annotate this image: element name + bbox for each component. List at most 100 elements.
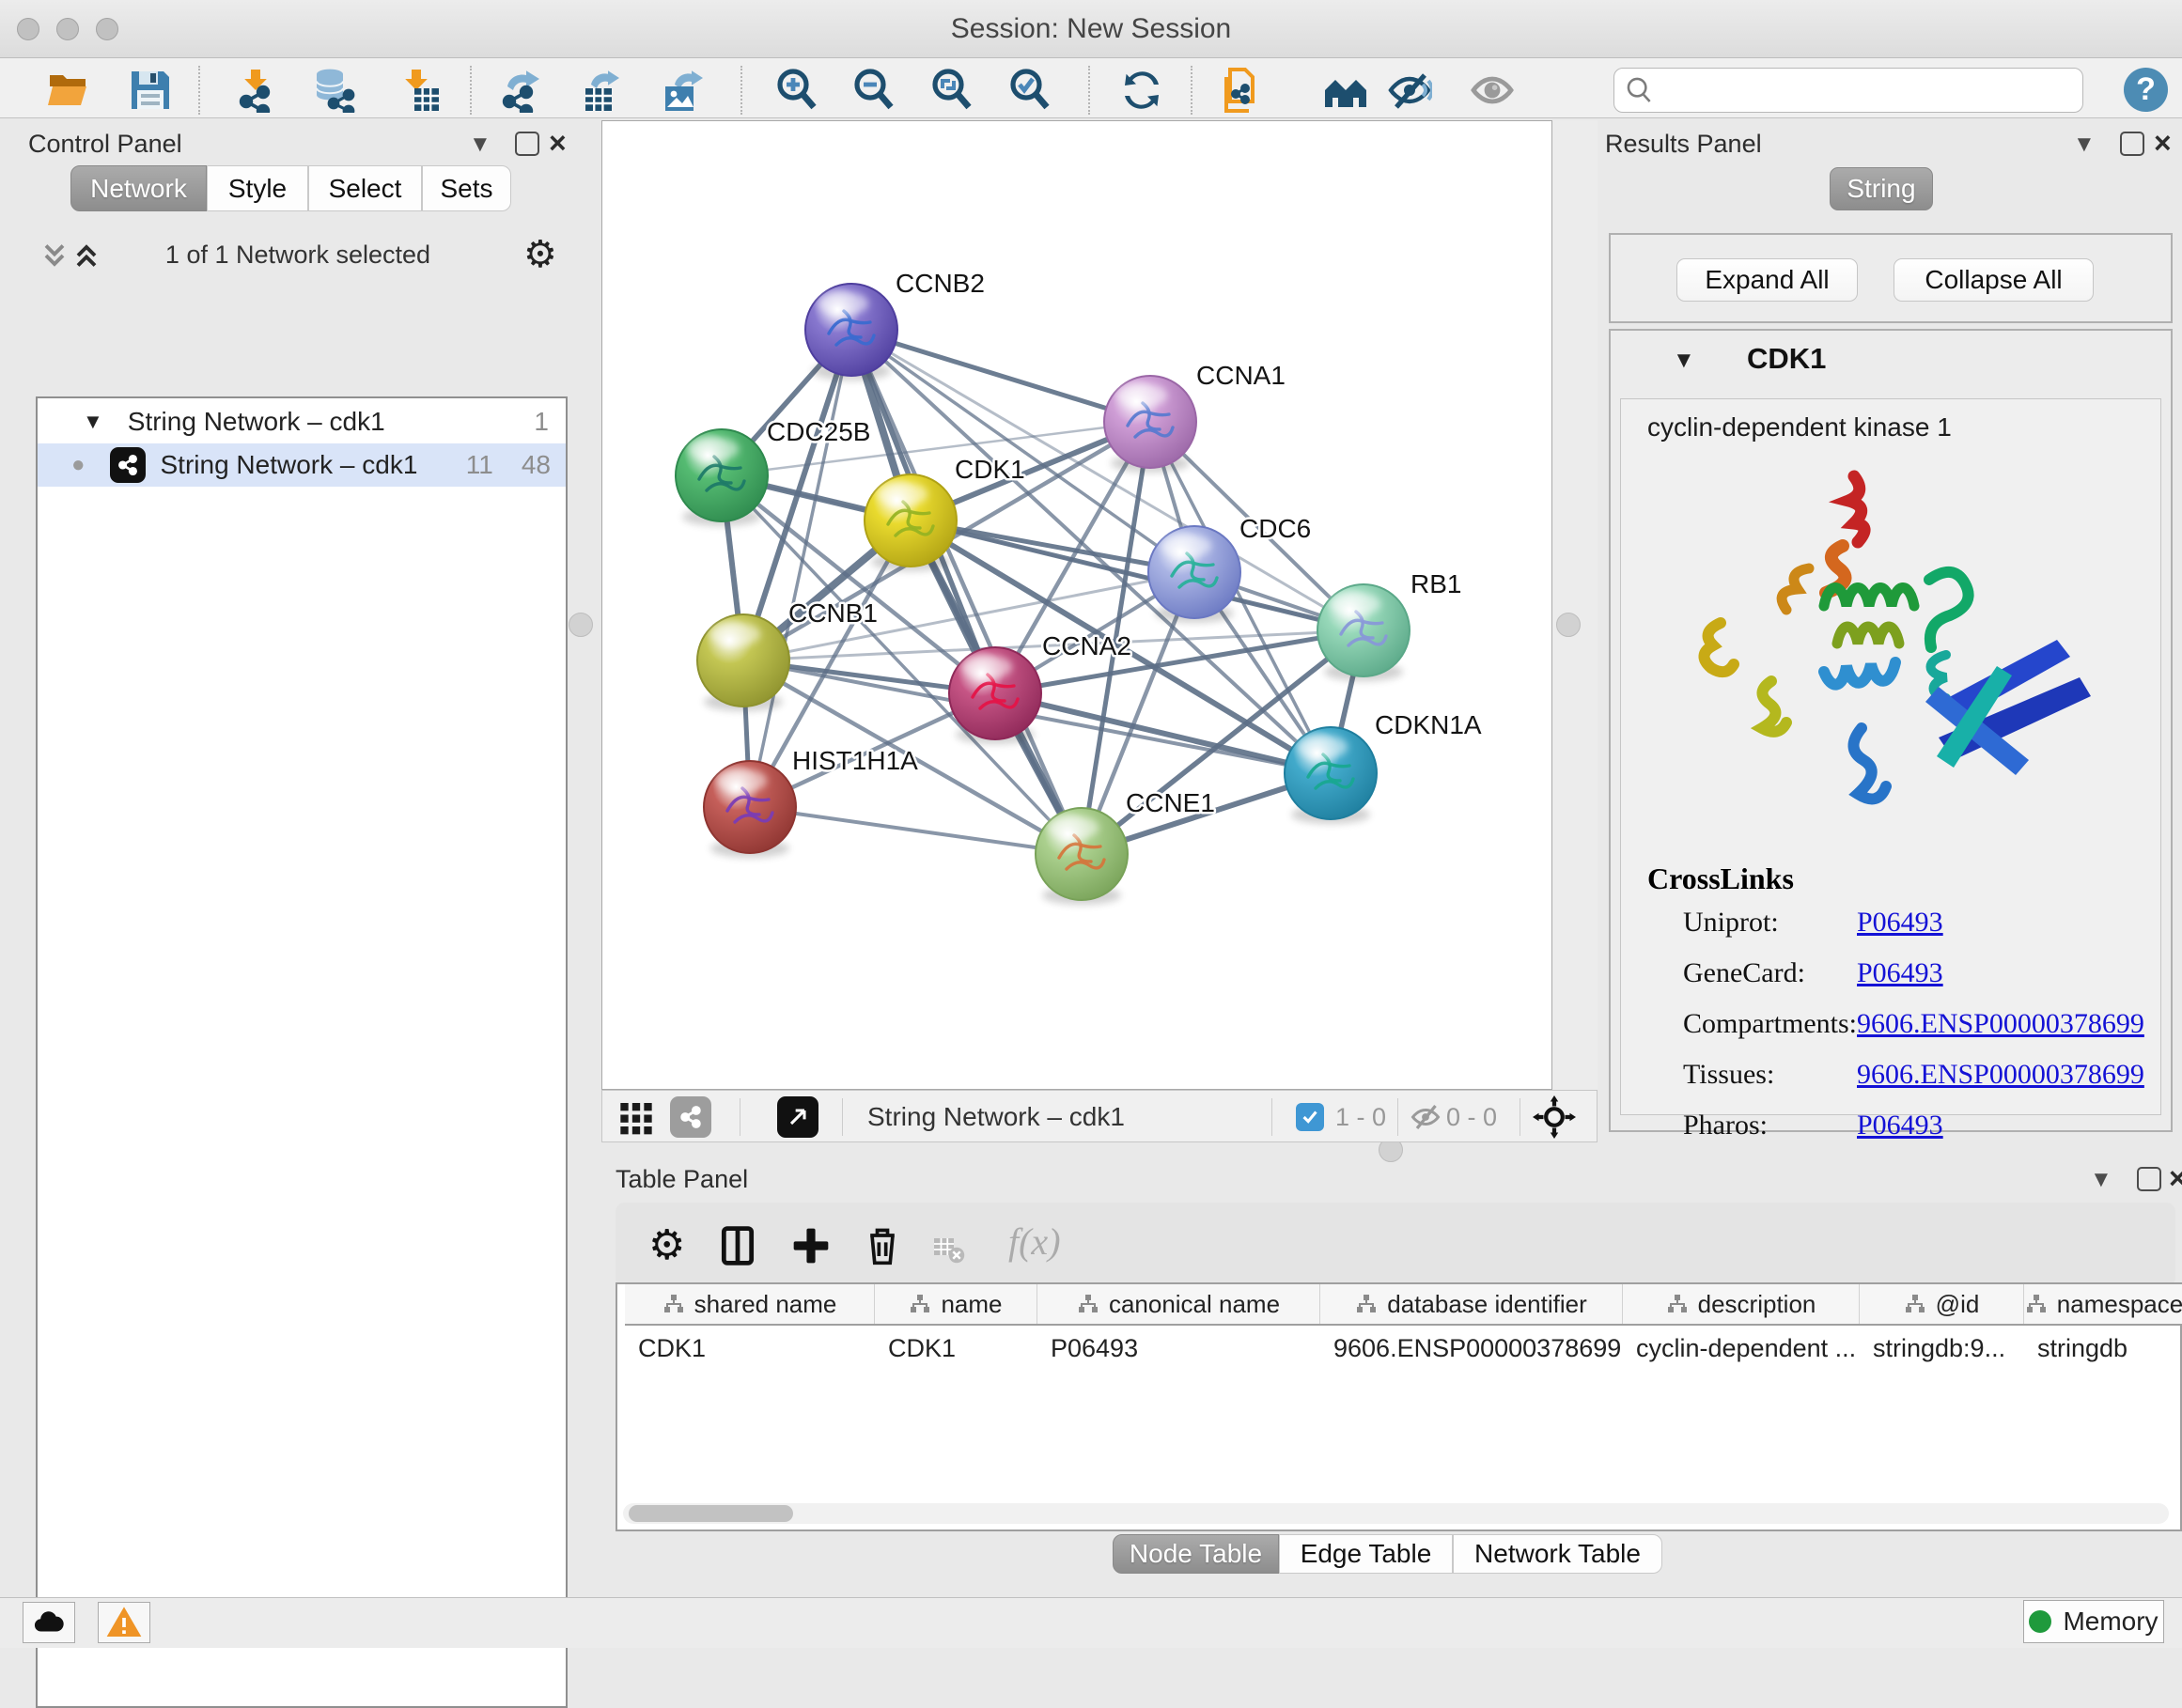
grid-view-icon[interactable] xyxy=(617,1098,655,1136)
network-edge[interactable] xyxy=(851,330,1082,854)
import-network-icon[interactable] xyxy=(233,68,278,113)
collection-count: 1 xyxy=(534,407,549,437)
network-graph[interactable]: CCNB2CCNA1CDC25BCDK1CDC6RB1CCNB1CCNA2CDK… xyxy=(602,121,1551,1089)
zoom-fit-icon[interactable] xyxy=(929,68,974,113)
protein-node-ccna2[interactable] xyxy=(949,647,1041,744)
tab-style[interactable]: Style xyxy=(207,165,308,211)
protein-node-cdc6[interactable] xyxy=(1148,526,1240,623)
results-panel-collapse-icon[interactable]: ▼ xyxy=(2073,132,2096,158)
cloud-status-button[interactable] xyxy=(23,1602,75,1643)
table-panel-title: Table Panel xyxy=(616,1165,748,1194)
zoom-out-icon[interactable] xyxy=(851,68,896,113)
table-gear-icon[interactable]: ⚙ xyxy=(648,1221,685,1269)
show-columns-icon[interactable] xyxy=(717,1225,758,1266)
protein-node-cdk1[interactable] xyxy=(865,474,957,571)
protein-node-cdkn1a[interactable] xyxy=(1285,727,1377,824)
memory-button[interactable]: Memory xyxy=(2023,1600,2164,1643)
network-canvas[interactable]: CCNB2CCNA1CDC25BCDK1CDC6RB1CCNB1CCNA2CDK… xyxy=(601,120,1552,1090)
protein-node-ccne1[interactable] xyxy=(1036,808,1128,905)
export-image-icon[interactable] xyxy=(660,68,705,113)
zoom-in-icon[interactable] xyxy=(774,68,819,113)
crosslink-link[interactable]: 9606.ENSP00000378699 xyxy=(1857,1008,2144,1040)
protein-collapse-icon[interactable]: ▼ xyxy=(1673,348,1695,374)
warnings-button[interactable] xyxy=(98,1602,150,1643)
collapse-all-button[interactable]: Collapse All xyxy=(1894,258,2094,302)
selected-checkbox-icon[interactable] xyxy=(1296,1103,1324,1131)
tab-network-table[interactable]: Network Table xyxy=(1453,1534,1662,1574)
search-input[interactable] xyxy=(1656,76,2060,105)
node-label: CCNA1 xyxy=(1196,361,1286,390)
table-row[interactable]: CDK1 CDK1 P06493 9606.ENSP00000378699 cy… xyxy=(625,1328,2182,1369)
protein-node-ccnb2[interactable] xyxy=(805,284,897,380)
delete-column-icon[interactable] xyxy=(862,1225,903,1266)
import-network-from-database-icon[interactable] xyxy=(311,68,356,113)
protein-node-rb1[interactable] xyxy=(1317,584,1410,681)
copy-network-icon[interactable] xyxy=(1219,68,1264,113)
protein-node-ccnb1[interactable] xyxy=(697,614,789,711)
network-edge[interactable] xyxy=(995,693,1331,773)
horizontal-scrollbar[interactable] xyxy=(623,1503,2169,1524)
column-header[interactable]: name xyxy=(875,1284,1037,1324)
zoom-selected-icon[interactable] xyxy=(1007,68,1052,113)
export-network-icon[interactable] xyxy=(498,68,543,113)
expand-all-button[interactable]: Expand All xyxy=(1676,258,1858,302)
tab-string[interactable]: String xyxy=(1830,167,1933,210)
pan-tool-icon[interactable] xyxy=(1533,1095,1576,1139)
tab-network[interactable]: Network xyxy=(70,165,207,211)
tab-node-table[interactable]: Node Table xyxy=(1113,1534,1279,1574)
toolbar-separator xyxy=(740,66,742,115)
splitter-handle[interactable] xyxy=(1556,613,1581,637)
collapse-all-networks-icon[interactable] xyxy=(70,239,103,272)
results-panel-float-icon[interactable] xyxy=(2120,132,2144,156)
network-view-title: String Network – cdk1 xyxy=(867,1091,1125,1143)
protein-node-cdc25b[interactable] xyxy=(676,429,768,526)
control-panel-float-icon[interactable] xyxy=(515,132,539,156)
crosslink-link[interactable]: P06493 xyxy=(1857,907,1943,939)
first-neighbors-icon[interactable] xyxy=(1323,68,1368,113)
export-table-icon[interactable] xyxy=(578,68,623,113)
table-header-row: shared name name canonical name database… xyxy=(625,1284,2182,1326)
crosslink-link[interactable]: 9606.ENSP00000378699 xyxy=(1857,1059,2144,1091)
network-row-selected[interactable]: ● String Network – cdk1 11 48 xyxy=(38,443,566,487)
table-panel-float-icon[interactable] xyxy=(2137,1167,2161,1191)
tab-edge-table[interactable]: Edge Table xyxy=(1279,1534,1453,1574)
network-edge[interactable] xyxy=(750,807,1082,854)
network-options-gear-icon[interactable]: ⚙ xyxy=(523,233,557,276)
results-panel-close-icon[interactable]: × xyxy=(2154,126,2172,161)
column-header[interactable]: database identifier xyxy=(1320,1284,1623,1324)
control-panel-close-icon[interactable]: × xyxy=(549,126,567,161)
results-panel: Results Panel ▼ × String Expand All Coll… xyxy=(1598,120,2182,1157)
toolbar-separator xyxy=(1088,66,1090,115)
column-header[interactable]: canonical name xyxy=(1037,1284,1320,1324)
table-panel-collapse-icon[interactable]: ▼ xyxy=(2090,1167,2112,1193)
table-panel-close-icon[interactable]: × xyxy=(2169,1161,2182,1196)
collection-expand-icon[interactable]: ▼ xyxy=(83,410,103,434)
save-session-icon[interactable] xyxy=(128,68,173,113)
column-header[interactable]: @id xyxy=(1860,1284,2024,1324)
tab-sets[interactable]: Sets xyxy=(422,165,511,211)
scrollbar-thumb[interactable] xyxy=(629,1505,793,1522)
protein-node-hist1h1a[interactable] xyxy=(704,761,796,858)
column-header[interactable]: namespace xyxy=(2024,1284,2182,1324)
open-session-icon[interactable] xyxy=(46,68,91,113)
column-header[interactable]: description xyxy=(1623,1284,1860,1324)
network-collection-row[interactable]: ▼ String Network – cdk1 1 xyxy=(38,400,566,443)
node-label: CDC25B xyxy=(767,417,870,446)
network-view-icon[interactable] xyxy=(670,1096,711,1138)
crosslink-link[interactable]: P06493 xyxy=(1857,1110,1943,1141)
refresh-view-icon[interactable] xyxy=(1119,68,1164,113)
birdseye-view-icon[interactable] xyxy=(777,1096,818,1138)
hide-selected-icon[interactable] xyxy=(1387,68,1432,113)
protein-node-ccna1[interactable] xyxy=(1104,376,1196,473)
expand-all-networks-icon[interactable] xyxy=(38,239,71,272)
help-icon[interactable]: ? xyxy=(2124,68,2168,112)
control-panel-collapse-icon[interactable]: ▼ xyxy=(469,132,491,158)
import-table-icon[interactable] xyxy=(397,68,443,113)
crosslink-link[interactable]: P06493 xyxy=(1857,957,1943,989)
show-all-icon[interactable] xyxy=(1470,68,1515,113)
tab-select[interactable]: Select xyxy=(308,165,422,211)
column-header[interactable]: shared name xyxy=(625,1284,875,1324)
cloud-icon xyxy=(31,1605,67,1640)
add-column-icon[interactable] xyxy=(790,1225,832,1266)
splitter-handle[interactable] xyxy=(569,613,593,637)
